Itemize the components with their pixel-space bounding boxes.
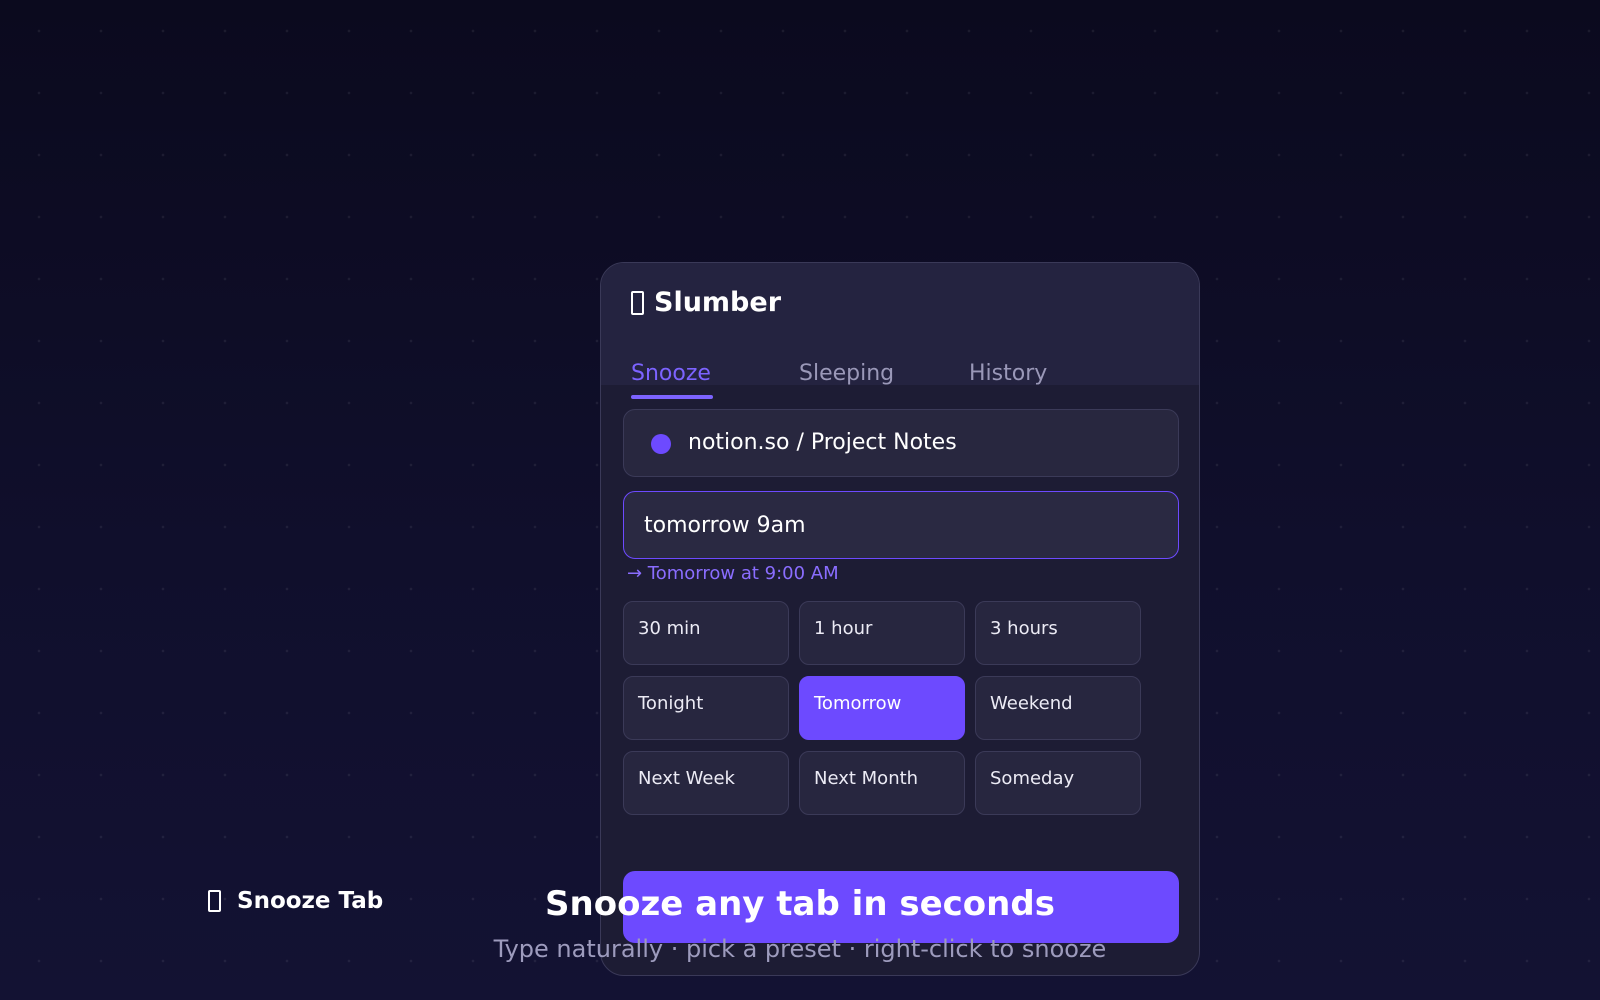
preset-next-week[interactable]: Next Week [623, 751, 789, 815]
app-title: Slumber [631, 287, 781, 318]
favicon-dot-icon [651, 434, 671, 454]
preset-3-hours[interactable]: 3 hours [975, 601, 1141, 665]
promo-screen: { "popup": { "app_name": "Slumber", "app… [0, 0, 1600, 1000]
app-name: Slumber [654, 287, 782, 318]
moon-icon [631, 290, 644, 315]
current-tab-card: notion.so / Project Notes [623, 409, 1179, 477]
promo-headline: Snooze any tab in seconds [545, 884, 1055, 924]
current-tab-title: notion.so / Project Notes [688, 430, 957, 455]
tab-sleeping[interactable]: Sleeping [799, 361, 894, 386]
preset-someday[interactable]: Someday [975, 751, 1141, 815]
preset-1-hour[interactable]: 1 hour [799, 601, 965, 665]
preset-weekend[interactable]: Weekend [975, 676, 1141, 740]
tab-snooze[interactable]: Snooze [631, 361, 711, 386]
tab-history[interactable]: History [969, 361, 1047, 386]
active-tab-indicator [631, 395, 713, 399]
snooze-popup: Slumber Snooze Sleeping History notion.s… [600, 262, 1200, 976]
snooze-time-input[interactable] [623, 491, 1179, 559]
parsed-time-preview: → Tomorrow at 9:00 AM [627, 563, 839, 584]
preset-next-month[interactable]: Next Month [799, 751, 965, 815]
preset-30-min[interactable]: 30 min [623, 601, 789, 665]
preset-tomorrow[interactable]: Tomorrow [799, 676, 965, 740]
promo-subheadline: Type naturally · pick a preset · right-c… [493, 935, 1107, 963]
preset-tonight[interactable]: Tonight [623, 676, 789, 740]
